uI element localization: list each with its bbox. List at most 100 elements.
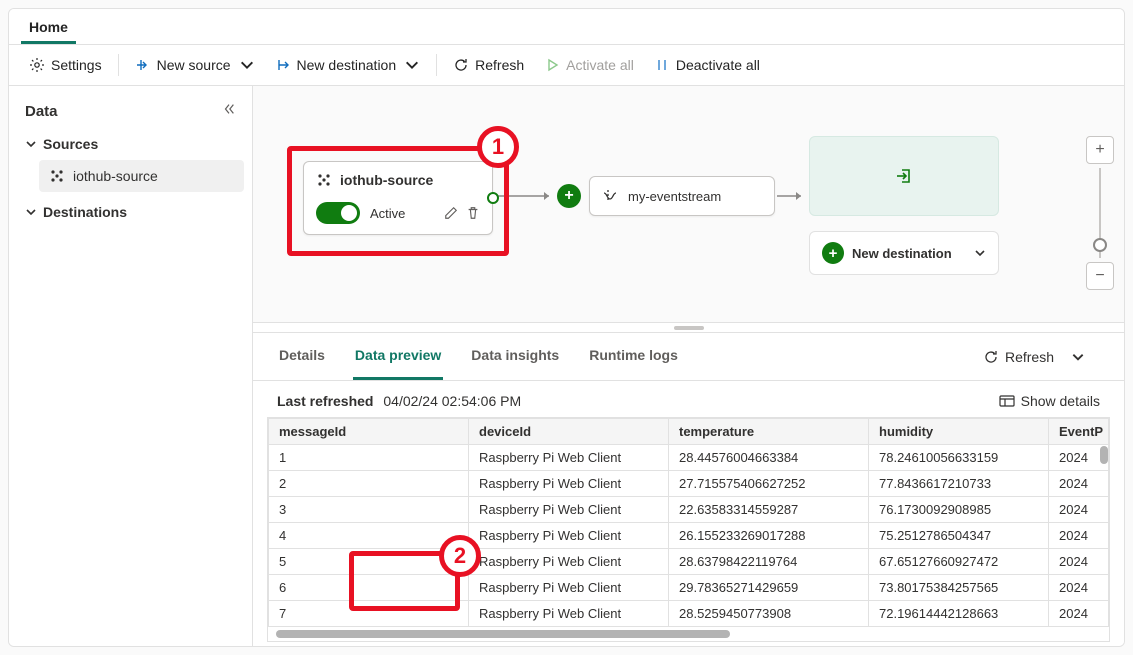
panel-expand-button[interactable]: [1064, 343, 1092, 371]
table-cell: Raspberry Pi Web Client: [469, 445, 669, 471]
table-cell: 76.1730092908985: [869, 497, 1049, 523]
table-vertical-scrollbar[interactable]: [1100, 446, 1108, 464]
table-cell: 67.65127660927472: [869, 549, 1049, 575]
sources-label: Sources: [43, 136, 98, 152]
panel-refresh-label: Refresh: [1005, 349, 1054, 365]
col-temperature[interactable]: temperature: [669, 419, 869, 445]
table-cell: 72.19614442128663: [869, 601, 1049, 627]
destinations-label: Destinations: [43, 204, 127, 220]
table-row[interactable]: 7Raspberry Pi Web Client28.5259450773908…: [269, 601, 1109, 627]
bottom-panel: 2 Details Data preview Data insights Run…: [253, 332, 1124, 646]
destination-placeholder-card[interactable]: [809, 136, 999, 216]
chevron-down-icon: [1071, 350, 1085, 364]
panel-resize-grip[interactable]: [253, 322, 1124, 332]
table-cell: 2024: [1049, 575, 1109, 601]
iot-icon: [316, 172, 332, 188]
table-row[interactable]: 2Raspberry Pi Web Client27.7155754066272…: [269, 471, 1109, 497]
sidebar-title: Data: [25, 103, 58, 120]
table-horizontal-scrollbar[interactable]: [268, 627, 1109, 641]
table-cell: 1: [269, 445, 469, 471]
tab-data-insights[interactable]: Data insights: [469, 333, 561, 380]
active-toggle[interactable]: [316, 202, 360, 224]
main-split: Data Sources iothub-source Destinations: [9, 86, 1124, 646]
divider: [436, 54, 437, 76]
chevron-down-icon: [974, 247, 986, 259]
table-cell: 77.8436617210733: [869, 471, 1049, 497]
add-before-stream-button[interactable]: +: [557, 184, 581, 208]
panel-refresh-button[interactable]: Refresh: [983, 349, 1054, 365]
tab-runtime-logs[interactable]: Runtime logs: [587, 333, 680, 380]
output-port[interactable]: [487, 192, 499, 204]
table-cell: 26.155233269017288: [669, 523, 869, 549]
sidebar-item-iothub-source[interactable]: iothub-source: [39, 160, 244, 192]
toolbar: Settings New source New destination Refr…: [9, 45, 1124, 86]
table-cell: 29.78365271429659: [669, 575, 869, 601]
zoom-slider[interactable]: [1099, 168, 1101, 258]
tab-details[interactable]: Details: [277, 333, 327, 380]
sidebar: Data Sources iothub-source Destinations: [9, 86, 253, 646]
new-destination-button[interactable]: New destination: [265, 51, 431, 79]
table-cell: 2024: [1049, 523, 1109, 549]
table-cell: 2024: [1049, 497, 1109, 523]
col-event[interactable]: EventP: [1049, 419, 1109, 445]
sidebar-group-destinations[interactable]: Destinations: [17, 198, 244, 226]
stream-icon: [602, 187, 620, 205]
col-deviceid[interactable]: deviceId: [469, 419, 669, 445]
col-humidity[interactable]: humidity: [869, 419, 1049, 445]
eventstream-node[interactable]: my-eventstream: [589, 176, 775, 216]
chevron-down-icon: [25, 206, 37, 218]
new-destination-node-button[interactable]: + New destination: [809, 231, 999, 275]
chevron-down-icon: [239, 57, 255, 73]
new-source-button[interactable]: New source: [125, 51, 265, 79]
canvas[interactable]: iothub-source Active + my-eventstream: [253, 86, 1124, 322]
table-cell: Raspberry Pi Web Client: [469, 471, 669, 497]
source-node-body: Active: [304, 196, 492, 234]
collapse-sidebar-button[interactable]: [222, 102, 236, 120]
table-cell: 2024: [1049, 471, 1109, 497]
table-row[interactable]: 3Raspberry Pi Web Client22.6358331455928…: [269, 497, 1109, 523]
table-row[interactable]: 1Raspberry Pi Web Client28.4457600466338…: [269, 445, 1109, 471]
table-cell: 2024: [1049, 549, 1109, 575]
table-row[interactable]: 5Raspberry Pi Web Client28.6379842211976…: [269, 549, 1109, 575]
delete-icon[interactable]: [466, 206, 480, 220]
pause-icon: [654, 57, 670, 73]
sidebar-group-sources[interactable]: Sources: [17, 130, 244, 158]
source-node-title: iothub-source: [340, 172, 433, 188]
table-cell: 7: [269, 601, 469, 627]
table-cell: 73.80175384257565: [869, 575, 1049, 601]
deactivate-all-button[interactable]: Deactivate all: [644, 51, 770, 79]
gear-icon: [29, 57, 45, 73]
table-cell: Raspberry Pi Web Client: [469, 523, 669, 549]
details-icon: [999, 395, 1015, 407]
table-cell: 27.715575406627252: [669, 471, 869, 497]
table-cell: 5: [269, 549, 469, 575]
sidebar-item-label: iothub-source: [73, 168, 158, 184]
table-row[interactable]: 4Raspberry Pi Web Client26.1552332690172…: [269, 523, 1109, 549]
ribbon-tab-home[interactable]: Home: [21, 13, 76, 44]
source-status-label: Active: [370, 206, 405, 221]
zoom-in-button[interactable]: +: [1086, 136, 1114, 164]
col-messageid[interactable]: messageId: [269, 419, 469, 445]
exit-icon: [894, 166, 914, 186]
last-refreshed: Last refreshed 04/02/24 02:54:06 PM: [277, 393, 521, 409]
refresh-label: Refresh: [475, 57, 524, 73]
tab-data-preview[interactable]: Data preview: [353, 333, 443, 380]
refresh-button[interactable]: Refresh: [443, 51, 534, 79]
show-details-button[interactable]: Show details: [999, 393, 1100, 409]
data-preview-table: messageId deviceId temperature humidity …: [268, 418, 1109, 627]
activate-all-label: Activate all: [566, 57, 634, 73]
source-node[interactable]: iothub-source Active: [303, 161, 493, 235]
table-cell: Raspberry Pi Web Client: [469, 549, 669, 575]
canvas-area: iothub-source Active + my-eventstream: [253, 86, 1124, 646]
stream-node-title: my-eventstream: [628, 189, 721, 204]
activate-all-button[interactable]: Activate all: [534, 51, 644, 79]
table-row[interactable]: 6Raspberry Pi Web Client29.7836527142965…: [269, 575, 1109, 601]
sidebar-header: Data: [17, 98, 244, 130]
new-destination-label: New destination: [852, 246, 952, 261]
table-header-row: messageId deviceId temperature humidity …: [269, 419, 1109, 445]
zoom-out-button[interactable]: −: [1086, 262, 1114, 290]
settings-button[interactable]: Settings: [19, 51, 112, 79]
zoom-thumb[interactable]: [1093, 238, 1107, 252]
edit-icon[interactable]: [444, 206, 458, 220]
play-icon: [544, 57, 560, 73]
